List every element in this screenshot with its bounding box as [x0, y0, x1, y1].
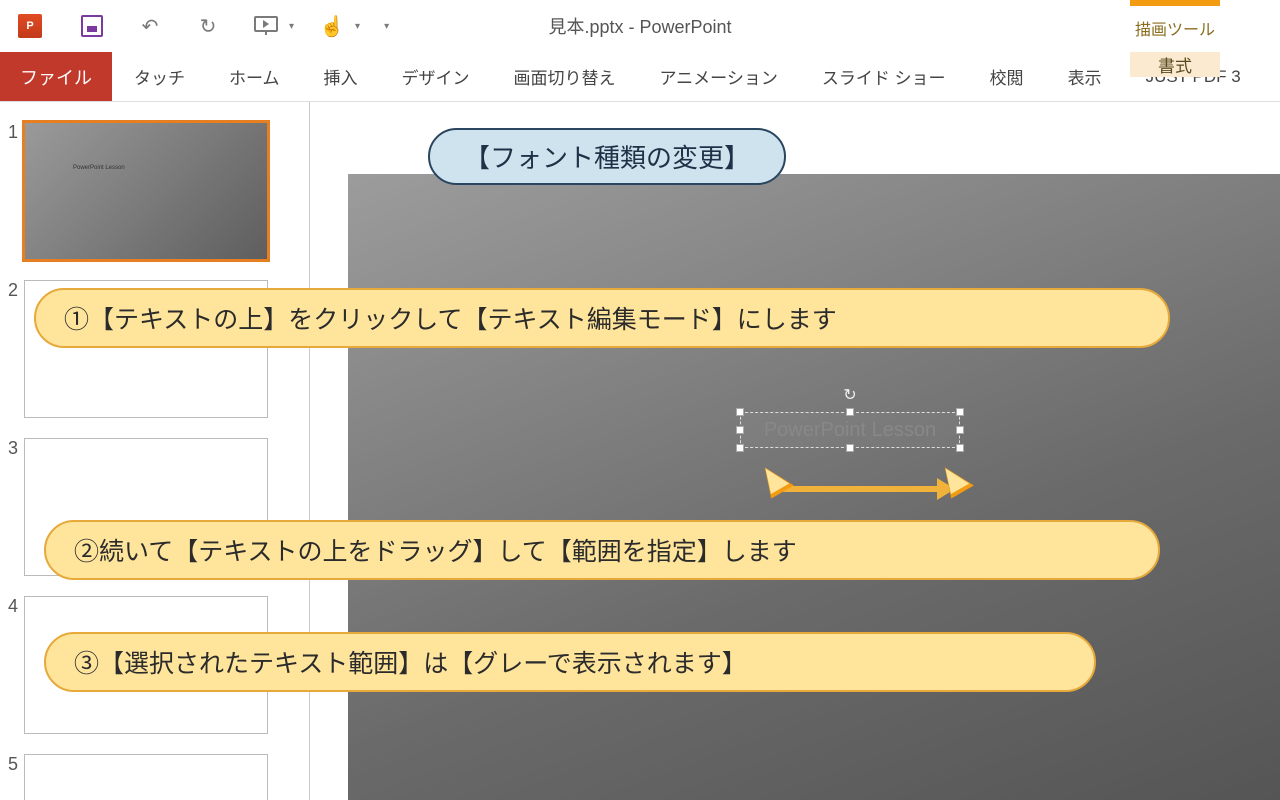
- tab-animation[interactable]: アニメーション: [638, 52, 800, 101]
- thumbnail-mini-text: PowerPoint Lesson: [73, 165, 125, 171]
- annotation-step-3: ③【選択されたテキスト範囲】は【グレーで表示されます】: [44, 632, 1096, 692]
- undo-button[interactable]: ↶: [130, 6, 170, 46]
- annotation-step-2: ②続いて【テキストの上をドラッグ】して【範囲を指定】します: [44, 520, 1160, 580]
- drag-arrow-annotation: [773, 474, 953, 504]
- tab-home[interactable]: ホーム: [207, 52, 302, 101]
- text-box[interactable]: PowerPoint Lesson ↻: [740, 412, 960, 448]
- touch-mode-button[interactable]: ☝: [312, 6, 352, 46]
- tab-slideshow[interactable]: スライド ショー: [800, 52, 968, 101]
- thumbnail-number: 2: [0, 280, 24, 301]
- redo-button[interactable]: ↻: [188, 6, 228, 46]
- tab-design[interactable]: デザイン: [380, 52, 492, 101]
- ribbon-tabs: ファイル タッチ ホーム 挿入 デザイン 画面切り替え アニメーション スライド…: [0, 52, 1280, 102]
- tab-transition[interactable]: 画面切り替え: [492, 52, 638, 101]
- resize-handle[interactable]: [846, 444, 854, 452]
- thumbnail-slide-5[interactable]: [24, 754, 268, 800]
- cursor-icon: [936, 460, 974, 499]
- tab-review[interactable]: 校閲: [968, 52, 1046, 101]
- cursor-icon: [756, 460, 794, 499]
- text-box-content[interactable]: PowerPoint Lesson: [764, 419, 936, 442]
- start-slideshow-button[interactable]: [246, 6, 286, 46]
- tab-file[interactable]: ファイル: [0, 52, 112, 101]
- tab-format[interactable]: 書式: [1130, 52, 1220, 77]
- thumbnail-row[interactable]: 5: [0, 754, 309, 800]
- workspace: 1 PowerPoint Lesson 2 3 4 5 PowerPoint L…: [0, 102, 1280, 800]
- thumbnail-number: 1: [0, 122, 24, 143]
- resize-handle[interactable]: [736, 408, 744, 416]
- tab-touch[interactable]: タッチ: [112, 52, 207, 101]
- resize-handle[interactable]: [956, 426, 964, 434]
- tab-view[interactable]: 表示: [1046, 52, 1124, 101]
- slide-canvas[interactable]: PowerPoint Lesson ↻: [348, 174, 1280, 800]
- arrow-line: [783, 486, 943, 492]
- save-icon: [81, 15, 103, 37]
- slide-thumbnail-panel[interactable]: 1 PowerPoint Lesson 2 3 4 5: [0, 102, 310, 800]
- thumbnail-number: 4: [0, 596, 24, 617]
- contextual-tab-group: 描画ツール: [1130, 0, 1220, 52]
- thumbnail-row[interactable]: 1 PowerPoint Lesson: [0, 122, 309, 260]
- app-icon: P: [18, 14, 42, 38]
- thumbnail-number: 5: [0, 754, 24, 775]
- slideshow-icon: [254, 16, 278, 36]
- annotation-title: 【フォント種類の変更】: [428, 128, 786, 185]
- slide-editor[interactable]: PowerPoint Lesson ↻: [310, 102, 1280, 800]
- slideshow-dropdown-icon[interactable]: ▾: [289, 21, 294, 32]
- resize-handle[interactable]: [846, 408, 854, 416]
- resize-handle[interactable]: [956, 408, 964, 416]
- resize-handle[interactable]: [956, 444, 964, 452]
- save-button[interactable]: [72, 6, 112, 46]
- resize-handle[interactable]: [736, 444, 744, 452]
- rotate-handle-icon[interactable]: ↻: [843, 385, 856, 405]
- annotation-step-1: ①【テキストの上】をクリックして【テキスト編集モード】にします: [34, 288, 1170, 348]
- tab-insert[interactable]: 挿入: [302, 52, 380, 101]
- resize-handle[interactable]: [736, 426, 744, 434]
- qat-customize-icon[interactable]: ▾: [384, 21, 389, 32]
- quick-access-toolbar: P ↶ ↻ ▾ ☝ ▾ ▾ 見本.pptx - PowerPoint 描画ツール: [0, 0, 1280, 52]
- thumbnail-slide-1[interactable]: PowerPoint Lesson: [24, 122, 268, 260]
- thumbnail-number: 3: [0, 438, 24, 459]
- contextual-tab-group-label: 描画ツール: [1130, 6, 1220, 40]
- touch-dropdown-icon[interactable]: ▾: [355, 21, 360, 32]
